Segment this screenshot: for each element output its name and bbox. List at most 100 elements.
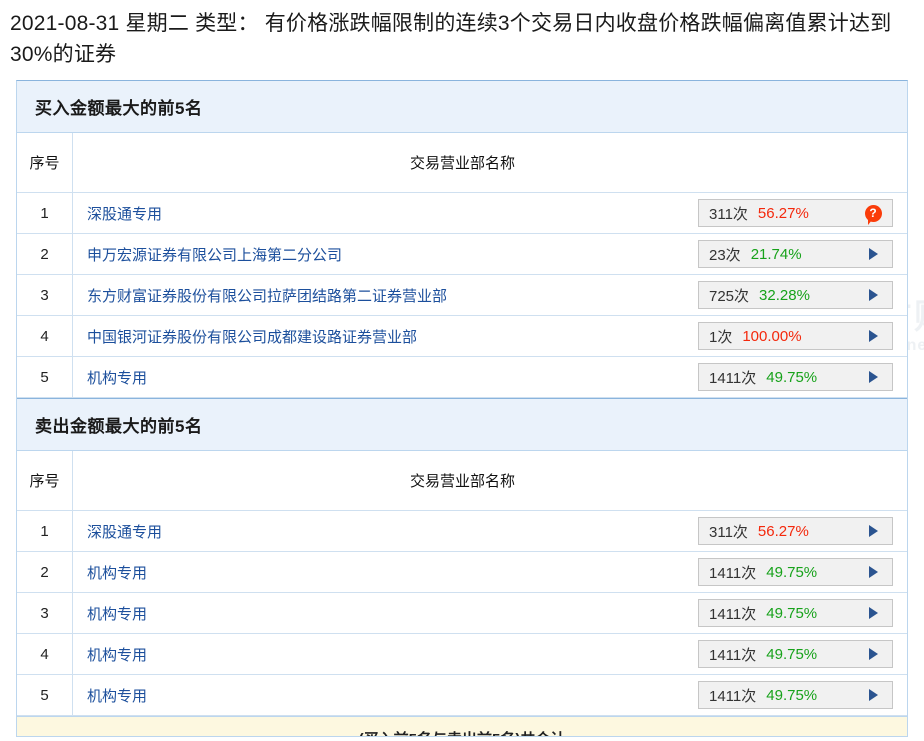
table-row: 2 机构专用 1411次 49.75% <box>17 552 907 593</box>
stat-action[interactable] <box>864 330 882 342</box>
question-mark-icon[interactable]: ? <box>864 204 882 225</box>
play-triangle-icon[interactable] <box>868 330 878 342</box>
row-index: 1 <box>17 193 73 233</box>
broker-name-cell: 机构专用 <box>73 675 698 715</box>
row-index: 2 <box>17 552 73 592</box>
stat-cell: 1411次 49.75% <box>698 675 907 715</box>
column-header-name: 交易营业部名称 <box>409 473 515 490</box>
trade-times: 23次 <box>709 246 741 264</box>
stat-badge[interactable]: 1次 100.00% <box>698 322 893 350</box>
row-index: 3 <box>17 593 73 633</box>
trade-times: 1411次 <box>709 605 757 623</box>
broker-name-cell: 东方财富证券股份有限公司拉萨团结路第二证券营业部 <box>73 275 698 315</box>
table-row: 3 东方财富证券股份有限公司拉萨团结路第二证券营业部 725次 32.28% <box>17 275 907 316</box>
stat-badge[interactable]: 1411次 49.75% <box>698 599 893 627</box>
row-index: 3 <box>17 275 73 315</box>
win-rate: 21.74% <box>750 245 802 263</box>
stat-action[interactable] <box>864 289 882 301</box>
trade-times: 725次 <box>709 287 750 305</box>
table-row: 3 机构专用 1411次 49.75% <box>17 593 907 634</box>
play-triangle-icon[interactable] <box>868 689 878 701</box>
row-index: 5 <box>17 675 73 715</box>
win-rate: 32.28% <box>759 286 810 304</box>
stat-action[interactable] <box>864 248 882 260</box>
summary-strip: (买入前5名与卖出前5名)共合计 <box>17 716 907 736</box>
stat-action[interactable] <box>864 648 882 660</box>
stat-action[interactable] <box>864 371 882 383</box>
win-rate: 49.75% <box>766 604 818 622</box>
table-row: 5 机构专用 1411次 49.75% <box>17 357 907 398</box>
row-index: 5 <box>17 357 73 397</box>
play-triangle-icon[interactable] <box>868 648 878 660</box>
stat-cell: 1411次 49.75% <box>698 593 907 633</box>
table-row: 4 机构专用 1411次 49.75% <box>17 634 907 675</box>
lhb-board: 买入金额最大的前5名 序号 交易营业部名称 1 深股通专用 311次 56.27%? 2 申万宏… <box>16 80 908 737</box>
stat-cell: 311次 56.27%? <box>698 193 907 233</box>
broker-link[interactable]: 东方财富证券股份有限公司拉萨团结路第二证券营业部 <box>87 285 447 306</box>
win-rate: 56.27% <box>757 204 809 222</box>
trade-times: 311次 <box>709 205 748 223</box>
column-header-index: 序号 <box>17 133 73 192</box>
trade-times: 1411次 <box>709 687 757 705</box>
play-triangle-icon[interactable] <box>868 566 878 578</box>
play-triangle-icon[interactable] <box>868 248 878 260</box>
win-rate: 100.00% <box>742 327 802 345</box>
trade-times: 1411次 <box>709 369 757 387</box>
stat-action[interactable] <box>864 525 882 537</box>
broker-link[interactable]: 机构专用 <box>87 685 147 706</box>
broker-link[interactable]: 机构专用 <box>87 644 147 665</box>
trade-times: 311次 <box>709 523 748 541</box>
row-index: 4 <box>17 634 73 674</box>
broker-name-cell: 机构专用 <box>73 593 698 633</box>
stat-cell: 311次 56.27% <box>698 511 907 551</box>
broker-name-cell: 机构专用 <box>73 634 698 674</box>
stat-badge[interactable]: 725次 32.28% <box>698 281 893 309</box>
row-index: 1 <box>17 511 73 551</box>
column-header-index: 序号 <box>17 451 73 510</box>
broker-name-cell: 深股通专用 <box>73 511 698 551</box>
stat-badge[interactable]: 311次 56.27% <box>698 517 893 545</box>
table-row: 4 中国银河证券股份有限公司成都建设路证券营业部 1次 100.00% <box>17 316 907 357</box>
broker-link[interactable]: 机构专用 <box>87 367 147 388</box>
trade-times: 1次 <box>709 328 733 346</box>
win-rate: 49.75% <box>766 368 818 386</box>
table-row: 1 深股通专用 311次 56.27%? <box>17 193 907 234</box>
table-row: 5 机构专用 1411次 49.75% <box>17 675 907 716</box>
play-triangle-icon[interactable] <box>868 525 878 537</box>
broker-name-cell: 机构专用 <box>73 552 698 592</box>
win-rate: 49.75% <box>766 645 818 663</box>
broker-name-cell: 机构专用 <box>73 357 698 397</box>
stat-action[interactable] <box>864 566 882 578</box>
broker-link[interactable]: 机构专用 <box>87 562 147 583</box>
stat-badge[interactable]: 23次 21.74% <box>698 240 893 268</box>
win-rate: 56.27% <box>757 522 809 540</box>
broker-link[interactable]: 机构专用 <box>87 603 147 624</box>
row-index: 2 <box>17 234 73 274</box>
broker-link[interactable]: 中国银河证券股份有限公司成都建设路证券营业部 <box>87 326 417 347</box>
stat-badge[interactable]: 1411次 49.75% <box>698 681 893 709</box>
broker-link[interactable]: 申万宏源证券有限公司上海第二分公司 <box>87 244 342 265</box>
play-triangle-icon[interactable] <box>868 289 878 301</box>
stat-action[interactable]: ? <box>864 204 882 225</box>
stat-cell: 725次 32.28% <box>698 275 907 315</box>
win-rate: 49.75% <box>766 686 818 704</box>
column-header-name: 交易营业部名称 <box>409 155 515 172</box>
broker-link[interactable]: 深股通专用 <box>87 203 162 224</box>
broker-link[interactable]: 深股通专用 <box>87 521 162 542</box>
table-header-row: 序号 交易营业部名称 <box>17 451 907 511</box>
play-triangle-icon[interactable] <box>868 371 878 383</box>
stat-badge[interactable]: 311次 56.27%? <box>698 199 893 227</box>
stat-action[interactable] <box>864 607 882 619</box>
stat-cell: 1411次 49.75% <box>698 634 907 674</box>
stat-badge[interactable]: 1411次 49.75% <box>698 640 893 668</box>
broker-name-cell: 深股通专用 <box>73 193 698 233</box>
stat-action[interactable] <box>864 689 882 701</box>
trade-times: 1411次 <box>709 646 757 664</box>
play-triangle-icon[interactable] <box>868 607 878 619</box>
trade-times: 1411次 <box>709 564 757 582</box>
table-row: 2 申万宏源证券有限公司上海第二分公司 23次 21.74% <box>17 234 907 275</box>
stat-cell: 23次 21.74% <box>698 234 907 274</box>
stat-badge[interactable]: 1411次 49.75% <box>698 363 893 391</box>
stat-badge[interactable]: 1411次 49.75% <box>698 558 893 586</box>
section-heading: 卖出金额最大的前5名 <box>17 398 907 451</box>
